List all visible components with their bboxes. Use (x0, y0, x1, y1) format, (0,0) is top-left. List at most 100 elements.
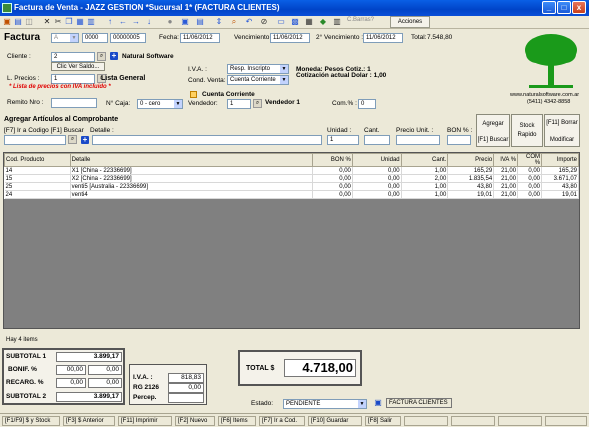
vencimiento2-field[interactable]: 11/06/2012 (363, 33, 403, 43)
lista-precios-field[interactable]: 1 (51, 74, 95, 84)
table-cell: 1,00 (401, 182, 449, 191)
table-cell: venti4 (70, 190, 314, 199)
precio-unit-field[interactable] (396, 135, 440, 145)
remito-field[interactable] (51, 98, 97, 108)
unidad-field[interactable]: 1 (327, 135, 359, 145)
vendedor-field[interactable]: 1 (227, 99, 251, 109)
minimize-button[interactable]: _ (542, 1, 556, 14)
recarg-value: 0,00 (88, 378, 122, 388)
table-cell: venti5 [Australia - 22336699] (70, 182, 314, 191)
table-cell: 21,00 (493, 174, 519, 183)
maximize-button[interactable]: □ (557, 1, 571, 14)
tag-icon[interactable]: ◆ (318, 17, 328, 27)
vendedor-search-icon[interactable]: ⌕ (253, 99, 262, 108)
vendedor-name: Vendedor 1 (265, 99, 301, 106)
caja-select[interactable]: 0 - cero ▼ (137, 99, 183, 109)
search-icon[interactable]: ⌕ (229, 17, 239, 27)
ver-saldo-button[interactable]: Clic Ver Saldo... (51, 62, 105, 71)
cliente-search-icon[interactable]: ⌕ (97, 52, 106, 61)
fecha-field[interactable]: 11/06/2012 (180, 33, 220, 43)
stock-rapido-button[interactable]: Stock Rapido (511, 114, 543, 147)
grid-column-header[interactable]: COM % (517, 153, 543, 167)
status-items[interactable]: [F6] Items (218, 416, 256, 426)
save-icon[interactable]: ▣ (2, 17, 12, 27)
cliente-code-field[interactable]: 2 (51, 52, 95, 62)
detalle-field[interactable] (92, 135, 322, 145)
iva-value: Resp. Inscripto (230, 66, 271, 72)
filter-icon[interactable]: ▤ (195, 17, 205, 27)
remito-label: Remito Nro : (7, 99, 44, 106)
add-cliente-icon[interactable]: + (110, 52, 118, 60)
cut-icon[interactable]: ✂ (53, 17, 63, 27)
status-anterior[interactable]: [F3] $ Anterior (63, 416, 115, 426)
acciones-menu[interactable]: Acciones (390, 16, 430, 28)
iva-select[interactable]: Resp. Inscripto ▼ (227, 64, 289, 74)
estado-select[interactable]: PENDIENTE ▼ (283, 399, 367, 409)
letter-select[interactable]: A ▼ (51, 33, 79, 43)
table-row[interactable]: 24 venti4 0,00 0,00 1,00 19,01 21,00 0,00 19,01 (4, 190, 579, 199)
table-row[interactable]: 15 X2 [China - 22336699] 0,00 0,00 2,00 1.835… (4, 174, 579, 183)
arrow-up-icon[interactable]: ↑ (105, 17, 115, 27)
agregar-button[interactable]: Agregar [F1] Buscar (476, 114, 510, 147)
chevron-down-icon: ▼ (358, 400, 366, 408)
table-row[interactable]: 25 venti5 [Australia - 22336699] 0,00 0,00 1… (4, 182, 579, 191)
letter-value: A (54, 35, 59, 41)
cliente-label: Cliente : (7, 53, 31, 60)
bonif-pct-field[interactable]: 00,00 (56, 365, 86, 375)
status-ir-cod[interactable]: [F7] Ir a Cod. (259, 416, 305, 426)
cuenta-corriente-checkbox[interactable] (190, 91, 197, 98)
codigo-field[interactable] (4, 135, 66, 145)
undo-icon[interactable]: ↶ (244, 17, 254, 27)
grid-column-header[interactable]: Detalle (69, 153, 314, 167)
barcode-icon[interactable]: ▥ (332, 17, 342, 27)
cond-venta-select[interactable]: Cuenta Corriente ▼ (227, 75, 289, 85)
sort-icon[interactable]: ⇕ (214, 17, 224, 27)
close-button[interactable]: x (572, 1, 586, 14)
paste-icon[interactable]: ▦ (75, 17, 85, 27)
prefix-number-field[interactable]: 0000 (82, 33, 108, 43)
grid-column-header[interactable]: Cod. Producto (4, 153, 71, 167)
bon-field[interactable] (447, 135, 471, 145)
table-cell: 0,00 (312, 166, 353, 175)
recarg-pct-field[interactable]: 0,00 (56, 378, 86, 388)
screen-icon[interactable]: ▭ (276, 17, 286, 27)
grid-icon[interactable]: ▥ (86, 17, 96, 27)
grid-column-header[interactable]: Unidad (351, 153, 402, 167)
stop-icon[interactable]: ● (165, 17, 175, 27)
calendar-icon[interactable]: ▣ (180, 17, 190, 27)
grid-column-header[interactable]: IVA % (493, 153, 519, 167)
status-imprimir[interactable]: [F11] Imprimir (118, 416, 172, 426)
status-salir[interactable]: [F8] Salir (365, 416, 401, 426)
arrow-left-icon[interactable]: ← (118, 17, 128, 27)
delete-icon[interactable]: ✕ (42, 17, 52, 27)
status-guardar[interactable]: [F10] Guardar (308, 416, 362, 426)
arrow-down-icon[interactable]: ↓ (144, 17, 154, 27)
table-cell: 0,00 (352, 182, 402, 191)
grid-column-header[interactable]: Precio (447, 153, 495, 167)
status-nuevo[interactable]: [F2] Nuevo (175, 416, 215, 426)
grid-column-header[interactable]: Cant. (400, 153, 449, 167)
copy-icon[interactable]: ❐ (64, 17, 74, 27)
grid-column-header[interactable]: BON % (312, 153, 353, 167)
items-grid[interactable]: Cod. Producto Detalle BON % Unidad Cant. Prec… (3, 152, 580, 329)
export-icon[interactable]: ▩ (290, 17, 300, 27)
vencimiento-field[interactable]: 11/06/2012 (270, 33, 310, 43)
chart-icon[interactable]: ▦ (304, 17, 314, 27)
invoice-number-field[interactable]: 00000005 (110, 33, 146, 43)
status-stock[interactable]: [F1/F9] $ y Stock (2, 416, 60, 426)
cancel-icon[interactable]: ⊘ (259, 17, 269, 27)
borrar-modificar-button[interactable]: [F11] Borrar Modificar (544, 114, 580, 147)
codigo-search-icon[interactable]: ⌕ (68, 135, 77, 144)
cant-field[interactable] (364, 135, 390, 145)
add-articulo-icon[interactable]: + (81, 136, 89, 144)
iva-total-value: 818,83 (168, 373, 204, 383)
save-disk-icon[interactable]: ▣ (373, 398, 383, 408)
percep-value[interactable] (168, 393, 204, 403)
comision-field[interactable]: 0 (358, 99, 376, 109)
print-icon[interactable]: ▤ (13, 17, 23, 27)
arrow-right-icon[interactable]: → (131, 17, 141, 27)
table-row[interactable]: 14 X1 [China - 22336699] 0,00 0,00 1,00 165,2… (4, 166, 579, 175)
grid-column-header[interactable]: Importe (541, 153, 579, 167)
table-cell: 3.671,07 (541, 174, 579, 183)
open-icon[interactable]: ◫ (24, 17, 34, 27)
